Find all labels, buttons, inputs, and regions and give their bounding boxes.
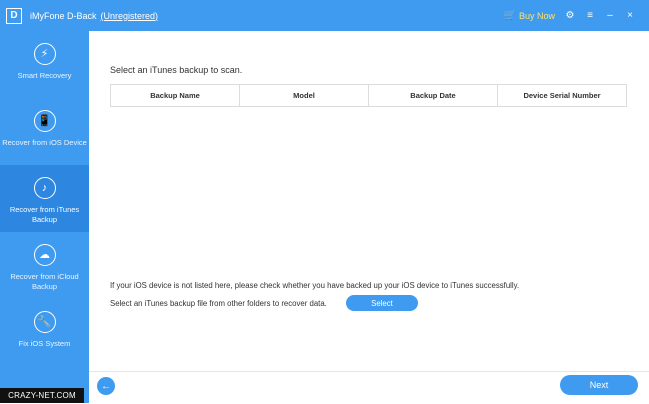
cart-icon: 🛒 xyxy=(503,9,517,21)
close-icon[interactable]: × xyxy=(625,10,635,21)
sidebar-item-label: Smart Recovery xyxy=(17,71,72,80)
cloud-download-icon: ☁ xyxy=(33,244,56,266)
sidebar-item-smart-recovery[interactable]: ⚡ Smart Recovery xyxy=(0,31,89,98)
column-backup-name[interactable]: Backup Name xyxy=(111,85,240,106)
registration-link[interactable]: (Unregistered) xyxy=(101,11,159,21)
footer-bar: ← Next xyxy=(89,371,649,404)
sidebar-item-label: Recover from iOS Device xyxy=(2,138,87,147)
column-model[interactable]: Model xyxy=(240,85,369,106)
watermark-label: CRAZY-NET.COM xyxy=(0,388,84,403)
title-bar: D iMyFone D-Back (Unregistered) 🛒 Buy No… xyxy=(0,0,649,31)
backup-table-header: Backup Name Model Backup Date Device Ser… xyxy=(110,84,627,107)
lightning-icon: ⚡ xyxy=(33,43,56,65)
main-content: Select an iTunes backup to scan. Backup … xyxy=(89,31,649,371)
back-arrow-icon[interactable]: ← xyxy=(97,377,115,395)
minimize-icon[interactable]: – xyxy=(605,10,615,21)
music-note-icon: ♪ xyxy=(33,177,56,199)
gear-icon[interactable]: ⚙ xyxy=(565,10,575,21)
sidebar-item-label: Fix iOS System xyxy=(18,339,71,348)
app-logo: D xyxy=(6,7,22,24)
other-folder-note: Select an iTunes backup file from other … xyxy=(110,299,327,308)
menu-icon[interactable]: ≡ xyxy=(585,10,595,21)
select-button[interactable]: Select xyxy=(346,295,418,311)
instruction-text: Select an iTunes backup to scan. xyxy=(110,65,243,75)
buy-now-button[interactable]: 🛒 Buy Now xyxy=(503,9,555,21)
app-title: iMyFone D-Back xyxy=(30,10,97,21)
sidebar: ⚡ Smart Recovery 📱 Recover from iOS Devi… xyxy=(0,31,89,403)
sidebar-item-label: Recover from iTunes Backup xyxy=(9,205,80,224)
column-backup-date[interactable]: Backup Date xyxy=(369,85,498,106)
sidebar-item-fix-ios[interactable]: 🔧 Fix iOS System xyxy=(0,299,89,366)
sidebar-item-itunes-backup[interactable]: ♪ Recover from iTunes Backup xyxy=(0,165,89,232)
title-actions: 🛒 Buy Now ⚙ ≡ – × xyxy=(503,9,635,21)
sidebar-item-icloud-backup[interactable]: ☁ Recover from iCloud Backup xyxy=(0,232,89,299)
buy-now-label: Buy Now xyxy=(518,10,555,21)
sidebar-item-ios-device[interactable]: 📱 Recover from iOS Device xyxy=(0,98,89,165)
column-serial-number[interactable]: Device Serial Number xyxy=(498,85,626,106)
phone-icon: 📱 xyxy=(33,110,56,132)
not-listed-note: If your iOS device is not listed here, p… xyxy=(110,281,520,290)
sidebar-item-label: Recover from iCloud Backup xyxy=(10,272,79,291)
next-button[interactable]: Next xyxy=(560,375,638,395)
wrench-icon: 🔧 xyxy=(33,311,56,333)
